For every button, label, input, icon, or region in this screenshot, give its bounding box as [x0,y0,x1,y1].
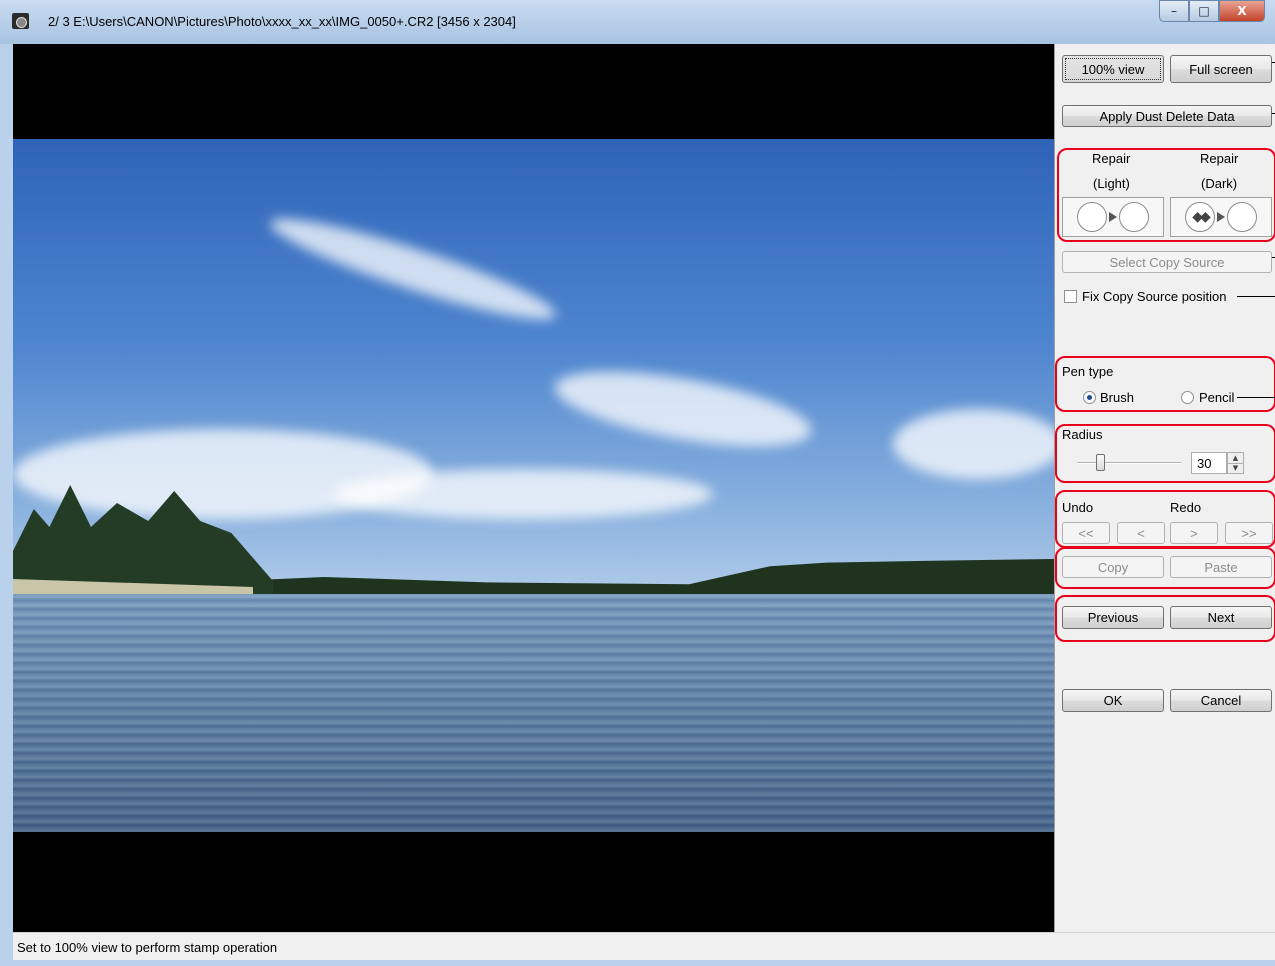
circle-icon [1077,202,1107,232]
cloud [549,356,817,462]
undo-label: Undo [1062,500,1094,515]
apply-dust-delete-data-button[interactable]: Apply Dust Delete Data [1062,105,1272,127]
title-bar[interactable]: 2/ 3 E:\Users\CANON\Pictures\Photo\xxxx_… [0,0,1275,44]
status-bar: Set to 100% view to perform stamp operat… [13,932,1275,960]
minimize-button[interactable]: – [1159,0,1189,22]
lake-water [13,594,1054,832]
circle-icon [1119,202,1149,232]
redo-label: Redo [1170,500,1202,515]
pen-type-label: Pen type [1062,364,1114,379]
pencil-label: Pencil [1199,390,1235,405]
select-copy-source-button[interactable]: Select Copy Source [1062,251,1272,273]
radius-label: Radius [1062,427,1103,442]
repair-dark-label: Repair [1200,151,1239,166]
far-treeline [243,559,1054,595]
pencil-radio[interactable] [1181,391,1194,404]
image-viewer[interactable] [13,44,1054,932]
radius-slider-track[interactable] [1077,462,1181,464]
arrow-right-icon [1217,212,1225,222]
ok-button[interactable]: OK [1062,689,1164,712]
callout-line [1237,397,1275,398]
cloud [333,469,713,519]
previous-button[interactable]: Previous [1062,606,1164,629]
brush-radio[interactable] [1083,391,1096,404]
radius-input[interactable]: 30 [1191,452,1227,474]
next-button[interactable]: Next [1170,606,1272,629]
redo-button[interactable]: > [1170,522,1218,544]
spin-down-icon[interactable]: ▼ [1228,464,1243,474]
caption-buttons: – □ X [1159,0,1265,22]
repair-light-sublabel: (Light) [1093,176,1130,191]
repair-dark-sublabel: (Dark) [1201,176,1238,191]
arrow-right-icon [1109,212,1117,222]
cancel-button[interactable]: Cancel [1170,689,1272,712]
radius-spinner[interactable]: ▲ ▼ [1227,452,1244,474]
cloud [893,409,1054,479]
status-text: Set to 100% view to perform stamp operat… [17,940,278,955]
paste-button[interactable]: Paste [1170,556,1272,578]
fix-copy-source-label: Fix Copy Source position [1082,289,1227,304]
repair-dark-button[interactable]: ◆◆ [1170,197,1272,237]
app-window: 2/ 3 E:\Users\CANON\Pictures\Photo\xxxx_… [0,0,1275,966]
radius-slider-thumb[interactable] [1096,454,1105,471]
full-screen-button[interactable]: Full screen [1170,55,1272,83]
redo-all-button[interactable]: >> [1225,522,1273,544]
window-title: 2/ 3 E:\Users\CANON\Pictures\Photo\xxxx_… [48,14,516,29]
spin-up-icon[interactable]: ▲ [1228,453,1243,464]
undo-button[interactable]: < [1117,522,1165,544]
undo-all-button[interactable]: << [1062,522,1110,544]
camera-icon[interactable] [12,13,29,29]
circle-icon [1227,202,1257,232]
maximize-button[interactable]: □ [1189,0,1219,22]
cloud [264,203,562,335]
spot-circle-icon: ◆◆ [1185,202,1215,232]
repair-light-label: Repair [1092,151,1131,166]
brush-label: Brush [1100,390,1134,405]
repair-light-button[interactable] [1062,197,1164,237]
100-percent-view-button[interactable]: 100% view [1062,55,1164,83]
callout-line [1237,296,1275,297]
fix-copy-source-checkbox[interactable] [1064,290,1077,303]
copy-button[interactable]: Copy [1062,556,1164,578]
tool-panel: 100% view Full screen Apply Dust Delete … [1054,44,1275,932]
close-button[interactable]: X [1219,0,1265,22]
photo-preview[interactable] [13,139,1054,832]
